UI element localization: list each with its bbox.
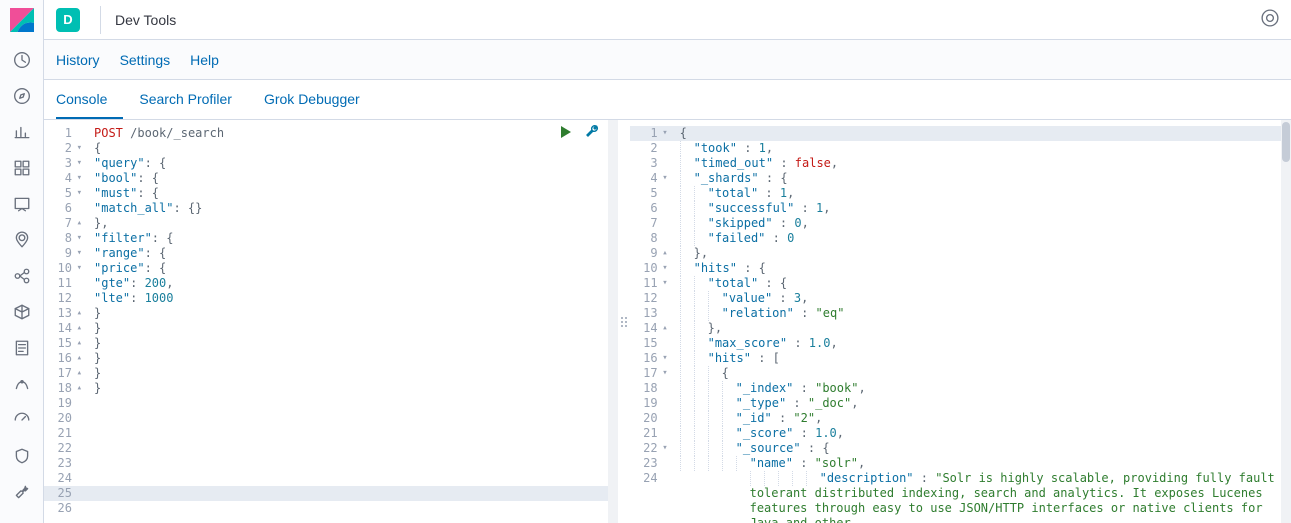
tab-grok-debugger[interactable]: Grok Debugger — [248, 80, 376, 119]
maps-icon[interactable] — [0, 222, 44, 258]
tab-console[interactable]: Console — [56, 80, 123, 119]
devtools-tabs: Console Search Profiler Grok Debugger — [44, 80, 1291, 120]
logs-icon[interactable] — [0, 330, 44, 366]
history-link[interactable]: History — [56, 52, 110, 68]
app-badge: D — [56, 8, 80, 32]
ml-icon[interactable] — [0, 258, 44, 294]
request-options-button[interactable] — [584, 124, 600, 143]
request-editor[interactable]: POST /book/_search{"query": {"bool": {"m… — [88, 120, 618, 523]
settings-link[interactable]: Settings — [110, 52, 181, 68]
apm-icon[interactable] — [0, 366, 44, 402]
divider — [100, 6, 101, 34]
help-link[interactable]: Help — [180, 52, 229, 68]
siem-icon[interactable] — [0, 438, 44, 474]
infrastructure-icon[interactable] — [0, 294, 44, 330]
console-menu-bar: History Settings Help — [44, 40, 1291, 80]
canvas-icon[interactable] — [0, 186, 44, 222]
response-viewer-pane[interactable]: 1▾234▾56789▴10▾11▾121314▴1516▾17▾1819202… — [630, 120, 1291, 523]
discover-icon[interactable] — [0, 78, 44, 114]
response-viewer: {"took" : 1,"timed_out" : false,"_shards… — [674, 120, 1291, 523]
response-scrollbar[interactable] — [1281, 120, 1291, 523]
global-nav-sidebar — [0, 0, 44, 523]
visualize-icon[interactable] — [0, 114, 44, 150]
response-scrollbar-thumb[interactable] — [1282, 122, 1290, 162]
help-icon[interactable] — [1261, 9, 1279, 30]
kibana-logo-icon[interactable] — [10, 8, 34, 32]
page-title: Dev Tools — [115, 12, 176, 28]
dev-tools-icon[interactable] — [0, 474, 44, 510]
breadcrumb-bar: D Dev Tools — [44, 0, 1291, 40]
request-action-toolbar — [558, 124, 600, 143]
run-request-button[interactable] — [558, 124, 574, 143]
response-line-gutter: 1▾234▾56789▴10▾11▾121314▴1516▾17▾1819202… — [630, 120, 674, 523]
request-scrollbar[interactable] — [608, 120, 618, 523]
uptime-icon[interactable] — [0, 402, 44, 438]
recent-icon[interactable] — [0, 42, 44, 78]
request-editor-pane[interactable]: 12▾3▾4▾5▾67▴8▾9▾10▾111213▴14▴15▴16▴17▴18… — [44, 120, 618, 523]
request-line-gutter: 12▾3▾4▾5▾67▴8▾9▾10▾111213▴14▴15▴16▴17▴18… — [44, 120, 88, 523]
tab-search-profiler[interactable]: Search Profiler — [123, 80, 248, 119]
pane-splitter[interactable] — [618, 120, 630, 523]
dashboard-icon[interactable] — [0, 150, 44, 186]
